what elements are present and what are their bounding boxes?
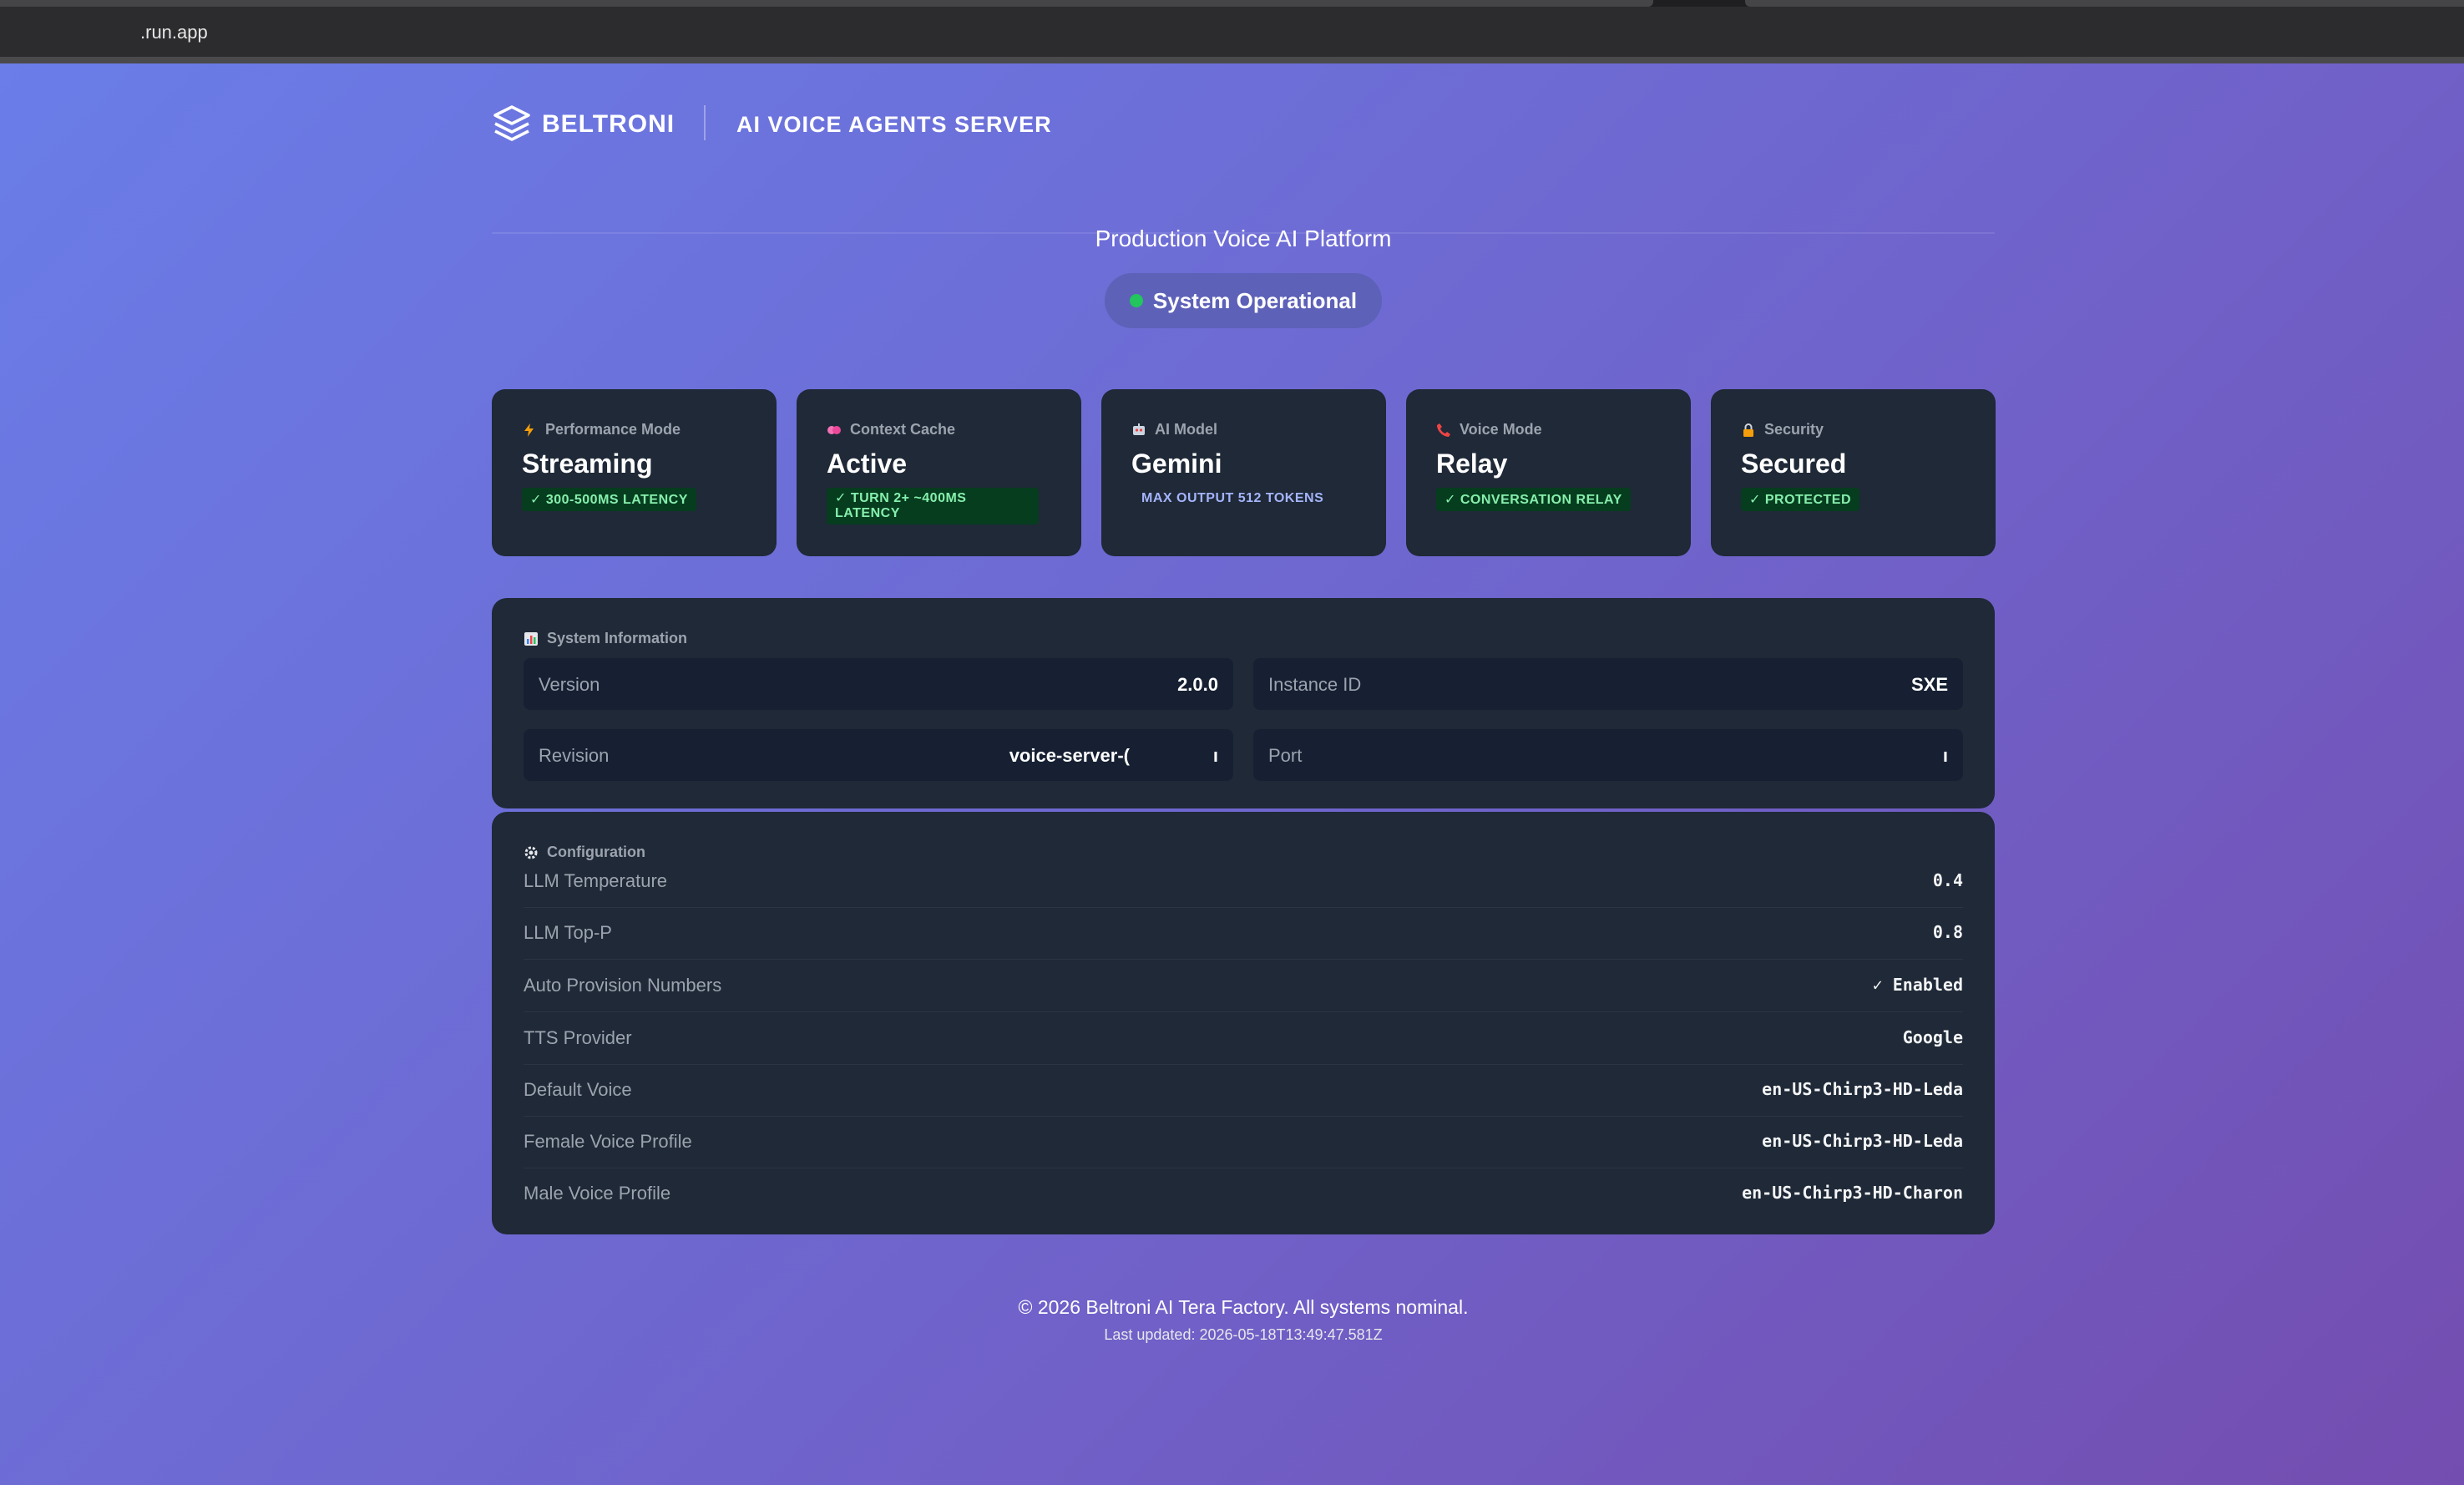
card-label: Security (1741, 421, 1966, 438)
truncated-marker: ı (1212, 745, 1218, 766)
card-label: Voice Mode (1436, 421, 1661, 438)
card-label: AI Model (1131, 421, 1356, 438)
config-row: Male Voice Profile en-US-Chirp3-HD-Charo… (524, 1168, 1963, 1219)
card-label-text: Security (1764, 421, 1824, 438)
config-row: LLM Temperature 0.4 (524, 855, 1963, 908)
card-label-text: Context Cache (850, 421, 956, 438)
phone-icon (1437, 423, 1450, 437)
browser-toolbar: .run.app (0, 0, 2464, 63)
brain-icon (827, 425, 841, 434)
chrome-divider (0, 57, 2464, 63)
status-badge: System Operational (1105, 273, 1382, 328)
panel-title-text: System Information (547, 630, 688, 646)
card-note: MAX OUTPUT 512 TOKENS (1141, 491, 1324, 505)
card-label-text: Voice Mode (1460, 421, 1542, 438)
card-value: Relay (1436, 449, 1508, 479)
info-version: Version 2.0.0 (524, 658, 1233, 710)
card-label: Context Cache (827, 421, 1051, 438)
bar-chart-icon (524, 631, 538, 646)
robot-icon (1133, 423, 1145, 435)
info-label: Version (539, 674, 600, 695)
config-value: 0.4 (1932, 870, 1963, 890)
config-value: Google (1902, 1027, 1963, 1047)
config-value: en-US-Chirp3-HD-Leda (1762, 1131, 1963, 1151)
info-value: voice-server-( (1009, 745, 1130, 766)
panel-title: System Information (524, 630, 687, 647)
configuration-panel: Configuration LLM Temperature 0.4 LLM To… (492, 812, 1995, 1234)
info-port: Port ı (1253, 729, 1963, 781)
config-row: TTS Provider Google (524, 1012, 1963, 1065)
info-instance-id: Instance ID SXE (1253, 658, 1963, 710)
system-info-panel: System Information Version 2.0.0 Instanc… (492, 598, 1995, 808)
url-bar[interactable]: .run.app (140, 22, 208, 43)
footer-copyright: © 2026 Beltroni AI Tera Factory. All sys… (1018, 1296, 1469, 1318)
info-label: Instance ID (1268, 674, 1362, 695)
config-label: LLM Top-P (524, 922, 612, 943)
card-value: Secured (1741, 449, 1847, 479)
card-value: Gemini (1131, 449, 1222, 479)
config-row: LLM Top-P 0.8 (524, 907, 1963, 960)
card-label: Performance Mode (522, 421, 746, 438)
config-row: Auto Provision Numbers ✓ Enabled (524, 960, 1963, 1012)
card-voice-mode: Voice Mode Relay ✓ CONVERSATION RELAY (1406, 389, 1691, 556)
config-row: Default Voice en-US-Chirp3-HD-Leda (524, 1064, 1963, 1117)
config-value: ✓ Enabled (1872, 975, 1963, 995)
card-badge: ✓ PROTECTED (1741, 488, 1860, 511)
config-value: en-US-Chirp3-HD-Charon (1742, 1183, 1963, 1203)
browser-tab[interactable] (0, 0, 1653, 7)
card-badge: ✓ CONVERSATION RELAY (1436, 488, 1631, 511)
info-label: Revision (539, 745, 610, 766)
card-performance-mode: Performance Mode Streaming ✓ 300-500MS L… (492, 389, 777, 556)
header-underline (492, 100, 1995, 234)
config-row: Female Voice Profile en-US-Chirp3-HD-Led… (524, 1116, 1963, 1168)
config-label: Male Voice Profile (524, 1183, 671, 1204)
page: BELTRONI AI VOICE AGENTS SERVER Producti… (0, 63, 2464, 1485)
config-label: Auto Provision Numbers (524, 975, 722, 996)
lightning-icon (524, 423, 534, 437)
card-value: Active (827, 449, 908, 479)
config-value: 0.8 (1932, 922, 1963, 942)
card-value: Streaming (522, 449, 653, 479)
info-revision: Revision voice-server-( ı (524, 729, 1233, 781)
card-label-text: Performance Mode (545, 421, 681, 438)
config-value: en-US-Chirp3-HD-Leda (1762, 1079, 1963, 1099)
card-badge: ✓ 300-500MS LATENCY (522, 488, 696, 511)
info-value: 2.0.0 (1177, 674, 1218, 695)
card-badge: ✓ TURN 2+ ~400MS LATENCY (827, 488, 1039, 525)
status-text: System Operational (1152, 288, 1358, 313)
card-ai-model: AI Model Gemini MAX OUTPUT 512 TOKENS (1101, 389, 1386, 556)
card-label-text: AI Model (1155, 421, 1217, 438)
lock-icon (1743, 423, 1753, 437)
status-dot-icon (1129, 294, 1143, 308)
config-label: Female Voice Profile (524, 1131, 692, 1152)
card-security: Security Secured ✓ PROTECTED (1711, 389, 1996, 556)
config-label: LLM Temperature (524, 870, 668, 891)
config-label: Default Voice (524, 1079, 632, 1100)
card-context-cache: Context Cache Active ✓ TURN 2+ ~400MS LA… (797, 389, 1081, 556)
info-label: Port (1268, 745, 1303, 766)
footer-last-updated: Last updated: 2026-05-18T13:49:47.581Z (1104, 1326, 1383, 1343)
browser-tab[interactable] (1745, 0, 2464, 7)
info-value: SXE (1910, 674, 1948, 695)
config-label: TTS Provider (524, 1027, 632, 1048)
info-value: ı (1942, 745, 1948, 766)
tagline: Production Voice AI Platform (1095, 226, 1392, 251)
